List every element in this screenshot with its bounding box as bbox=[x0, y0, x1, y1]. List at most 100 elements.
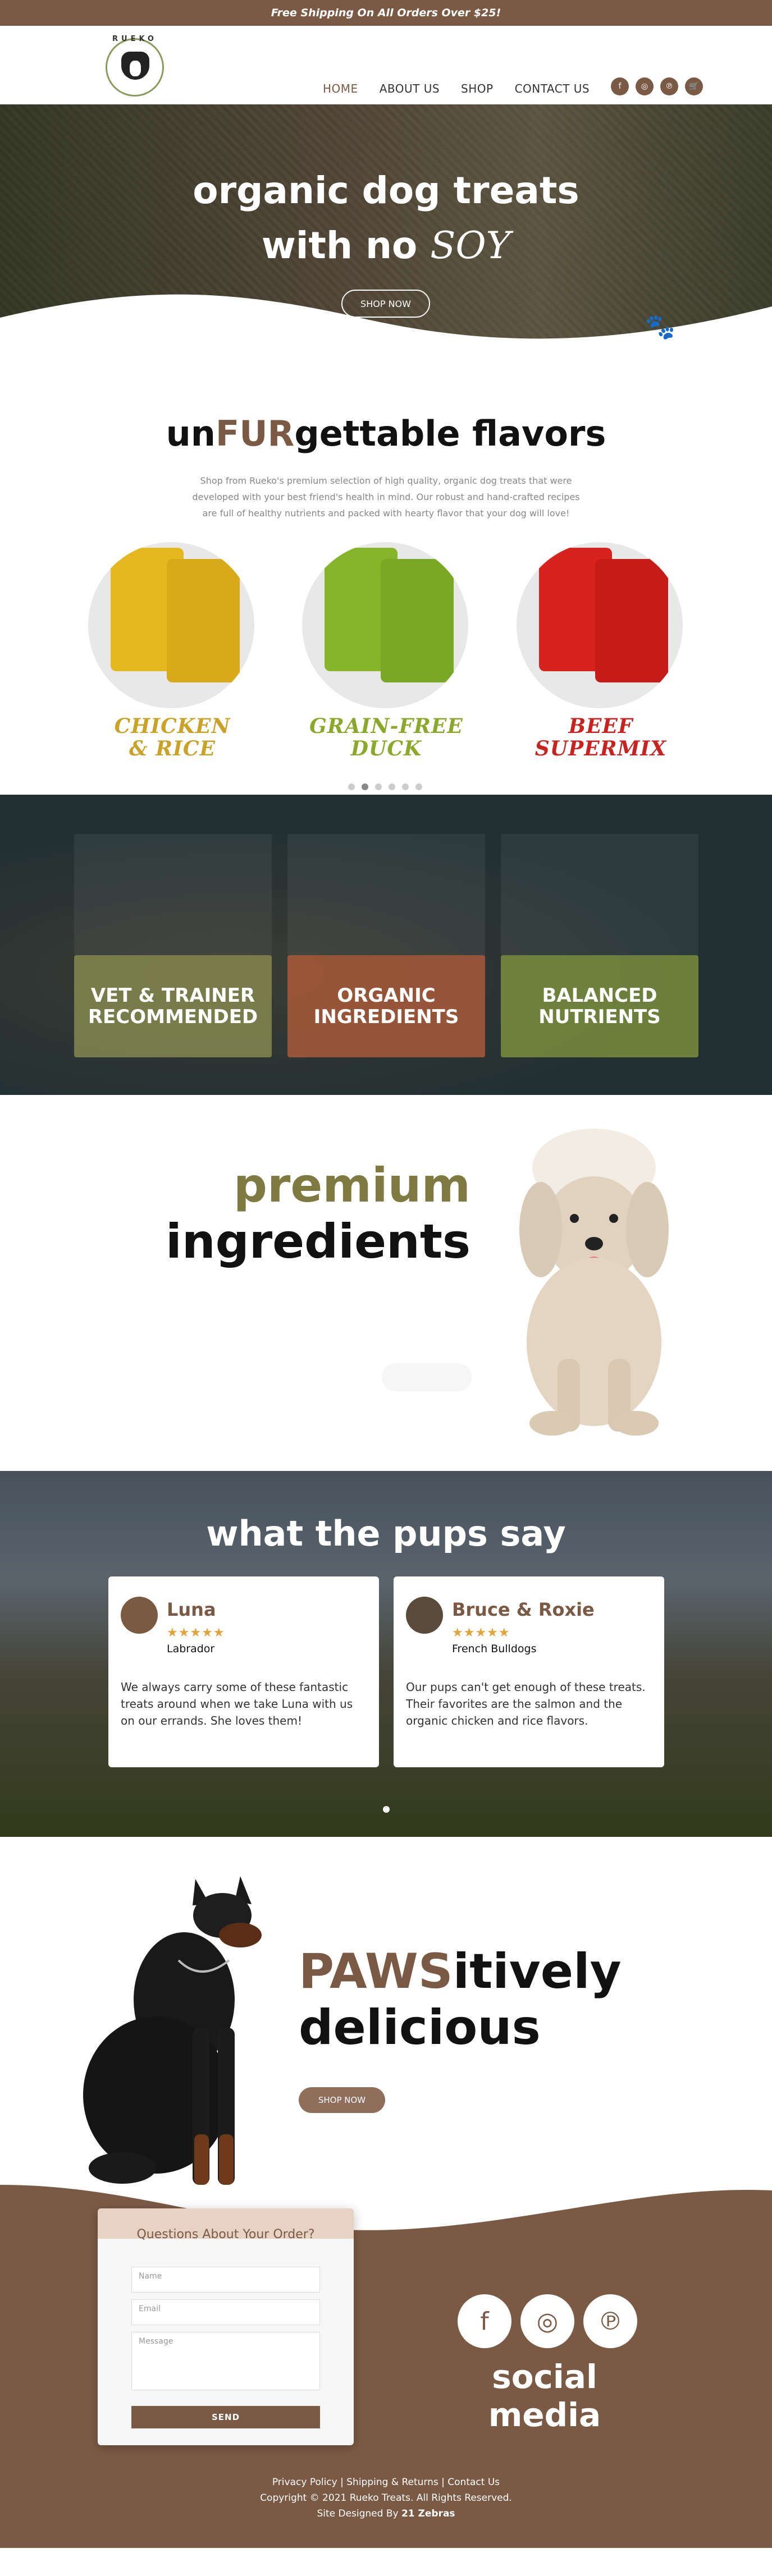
footer-links: Privacy Policy | Shipping & Returns | Co… bbox=[0, 2474, 772, 2522]
title-accent: FUR bbox=[215, 413, 295, 454]
paws-title-rest: itively bbox=[453, 1944, 622, 2000]
pinterest-icon[interactable]: ℗ bbox=[583, 2294, 637, 2348]
site-footer: Questions About Your Order? Name Email M… bbox=[0, 2208, 772, 2548]
flavor-name-line1: GRAIN-FREE bbox=[309, 714, 463, 738]
feature-tile-nutrients: BALANCED NUTRIENTS bbox=[501, 955, 698, 1057]
title-prefix: un bbox=[166, 413, 216, 454]
credit-link[interactable]: 21 Zebras bbox=[401, 2508, 455, 2519]
email-field[interactable]: Email bbox=[131, 2299, 320, 2325]
cart-icon[interactable]: 🛒 bbox=[685, 77, 703, 95]
facebook-icon[interactable]: f bbox=[458, 2294, 511, 2348]
premium-section: premium ingredients bbox=[0, 1095, 772, 1471]
avatar bbox=[406, 1597, 443, 1634]
paws-title-line2: delicious bbox=[299, 2000, 541, 2056]
hero-title-line2: with no SOY bbox=[0, 218, 772, 273]
product-image[interactable] bbox=[302, 542, 468, 708]
carousel-dots bbox=[348, 783, 422, 790]
carousel-dot[interactable] bbox=[415, 783, 422, 790]
feature-icon-area bbox=[287, 834, 485, 955]
premium-ghost-button[interactable] bbox=[382, 1363, 472, 1391]
carousel-dot[interactable] bbox=[402, 783, 409, 790]
logo-text: RUEKO bbox=[112, 35, 157, 43]
flavor-card[interactable]: CHICKEN & RICE bbox=[88, 542, 257, 760]
name-field[interactable]: Name bbox=[131, 2267, 320, 2293]
pinterest-icon[interactable]: ℗ bbox=[660, 77, 678, 95]
flavor-card[interactable]: GRAIN-FREE DUCK bbox=[302, 542, 470, 760]
flavor-name: GRAIN-FREE DUCK bbox=[302, 715, 470, 760]
flavor-card[interactable]: BEEF SUPERMIX bbox=[517, 542, 685, 760]
features-section: VET & TRAINER RECOMMENDED ORGANIC INGREDIE… bbox=[0, 795, 772, 1095]
feature-label-line2: INGREDIENTS bbox=[313, 1006, 459, 1028]
header-social: f ◎ ℗ 🛒 bbox=[611, 77, 703, 95]
feature-label-line1: BALANCED bbox=[542, 984, 657, 1007]
paws-shop-button[interactable]: SHOP NOW bbox=[299, 2087, 385, 2113]
facebook-icon[interactable]: f bbox=[611, 77, 629, 95]
announcement-text: Free Shipping On All Orders Over $25! bbox=[271, 7, 501, 19]
paws-title-line1: PAWSitively bbox=[299, 1944, 622, 2000]
flavor-name-line2: & RICE bbox=[129, 737, 216, 760]
message-field[interactable]: Message bbox=[131, 2332, 320, 2390]
feature-tile-vet: VET & TRAINER RECOMMENDED bbox=[74, 955, 272, 1057]
contact-form: Questions About Your Order? Name Email M… bbox=[98, 2208, 354, 2445]
reviewer-breed: Labrador bbox=[167, 1643, 215, 1655]
flavor-name: CHICKEN & RICE bbox=[88, 715, 257, 760]
footer-nav-links[interactable]: Privacy Policy | Shipping & Returns | Co… bbox=[0, 2474, 772, 2490]
instagram-icon[interactable]: ◎ bbox=[636, 77, 654, 95]
feature-icon-area bbox=[501, 834, 698, 955]
review-card: Luna ★★★★★ Labrador We always carry some… bbox=[108, 1576, 379, 1767]
copyright: Copyright © 2021 Rueko Treats. All Right… bbox=[260, 2492, 512, 2504]
carousel-dot[interactable] bbox=[389, 783, 395, 790]
footer-social: f ◎ ℗ bbox=[458, 2294, 637, 2348]
premium-title-line1: premium bbox=[233, 1158, 470, 1213]
feature-label: ORGANIC INGREDIENTS bbox=[314, 985, 459, 1028]
product-bag bbox=[595, 559, 668, 682]
poodle-image bbox=[519, 1129, 669, 1436]
instagram-icon[interactable]: ◎ bbox=[520, 2294, 574, 2348]
flavor-name: BEEF SUPERMIX bbox=[517, 715, 685, 760]
product-image[interactable] bbox=[88, 542, 254, 708]
review-card: Bruce & Roxie ★★★★★ French Bulldogs Our … bbox=[394, 1576, 664, 1767]
reviews-title: what the pups say bbox=[206, 1513, 566, 1554]
review-text: We always carry some of these fantastic … bbox=[121, 1680, 353, 1727]
hero-title: organic dog treats with no SOY bbox=[0, 163, 772, 273]
star-rating-icon: ★★★★★ bbox=[167, 1626, 225, 1640]
nav-about[interactable]: ABOUT US bbox=[380, 82, 440, 95]
hero-title-line1: organic dog treats bbox=[193, 169, 579, 212]
paws-title-accent: PAWS bbox=[299, 1944, 453, 2000]
site-header: RUEKO HOME ABOUT US SHOP CONTACT US f ◎ … bbox=[0, 26, 772, 104]
reviews-section: what the pups say Luna ★★★★★ Labrador We… bbox=[0, 1471, 772, 1837]
flavors-description: Shop from Rueko's premium selection of h… bbox=[192, 475, 580, 519]
carousel-dot[interactable] bbox=[383, 1806, 390, 1813]
send-button[interactable]: SEND bbox=[131, 2406, 320, 2428]
paw-icon: 🐾 bbox=[645, 313, 675, 341]
nav-home[interactable]: HOME bbox=[323, 82, 358, 95]
feature-label: VET & TRAINER RECOMMENDED bbox=[88, 985, 258, 1028]
nav-contact[interactable]: CONTACT US bbox=[515, 82, 590, 95]
carousel-dot[interactable] bbox=[348, 783, 355, 790]
carousel-dot[interactable] bbox=[362, 783, 368, 790]
pawsitively-section: PAWSitively delicious SHOP NOW bbox=[0, 1837, 772, 2241]
product-bag bbox=[381, 559, 454, 682]
flavor-name-line2: SUPERMIX bbox=[535, 737, 667, 760]
flavor-name-line1: BEEF bbox=[568, 714, 633, 738]
reviewer-name: Bruce & Roxie bbox=[452, 1599, 595, 1620]
hero-title-accent: SOY bbox=[430, 224, 511, 267]
hero-banner: organic dog treats with no SOY SHOP NOW … bbox=[0, 104, 772, 363]
product-image[interactable] bbox=[517, 542, 683, 708]
feature-label: BALANCED NUTRIENTS bbox=[538, 985, 660, 1028]
flavors-title: unFURgettable flavors bbox=[0, 413, 772, 454]
form-title: Questions About Your Order? bbox=[136, 2227, 315, 2242]
logo[interactable]: RUEKO bbox=[101, 35, 168, 98]
nav-shop[interactable]: SHOP bbox=[461, 82, 494, 95]
hero-title-prefix: with no bbox=[261, 224, 431, 267]
credit-prefix: Site Designed By bbox=[317, 2508, 401, 2519]
feature-label-line2: RECOMMENDED bbox=[88, 1006, 258, 1028]
doberman-image bbox=[83, 1876, 262, 2185]
review-text: Our pups can't get enough of these treat… bbox=[406, 1680, 646, 1727]
reviewer-name: Luna bbox=[167, 1599, 216, 1620]
star-rating-icon: ★★★★★ bbox=[452, 1626, 510, 1640]
feature-label-line1: VET & TRAINER bbox=[90, 984, 255, 1007]
product-bag bbox=[167, 559, 240, 682]
reviewer-breed: French Bulldogs bbox=[452, 1643, 537, 1655]
carousel-dot[interactable] bbox=[375, 783, 382, 790]
